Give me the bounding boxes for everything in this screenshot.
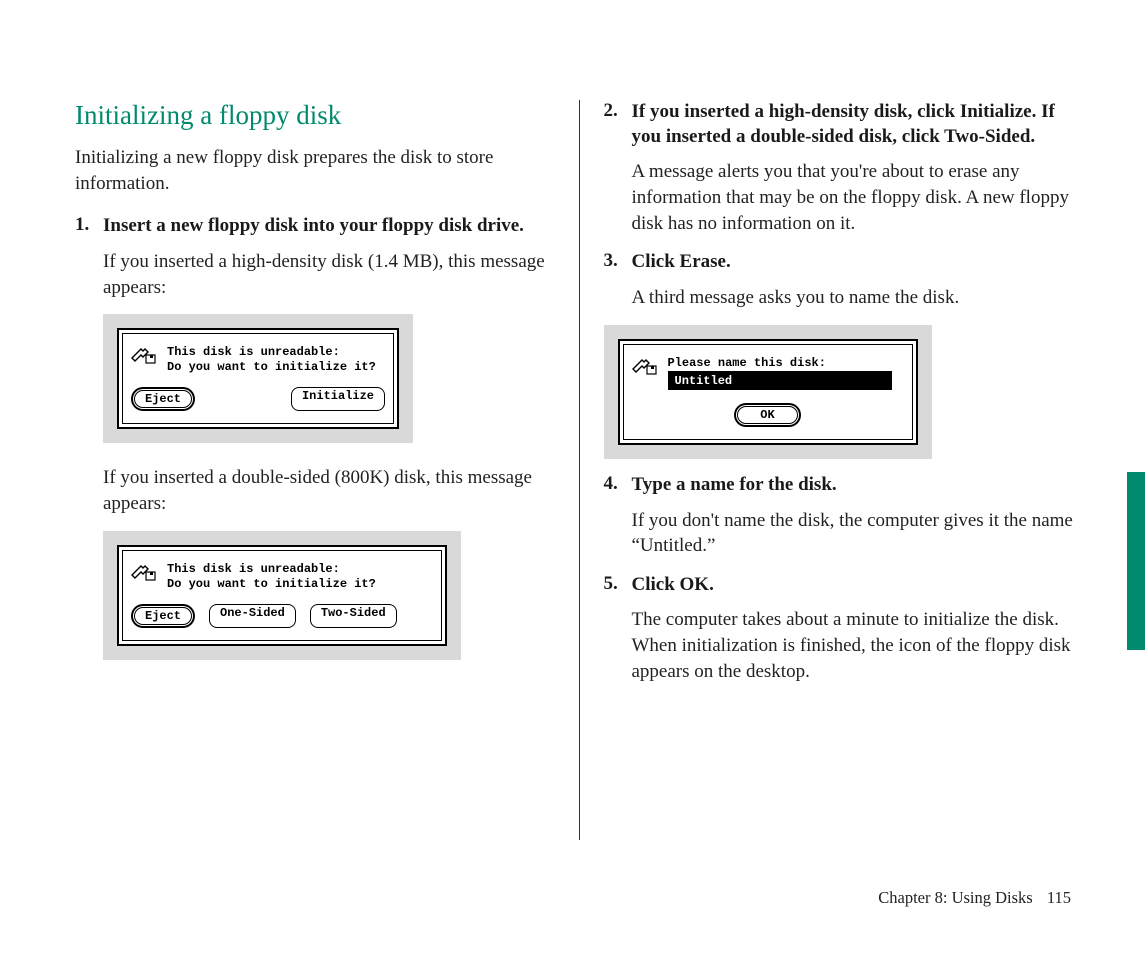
step-1-body-1: If you inserted a high-density disk (1.4… xyxy=(103,249,547,300)
chapter-label: Chapter 8: Using Disks xyxy=(878,888,1032,907)
dialog1-line2: Do you want to initialize it? xyxy=(167,360,376,374)
step-1: Insert a new floppy disk into your flopp… xyxy=(75,214,547,660)
hand-disk-icon xyxy=(632,355,658,375)
section-tab xyxy=(1127,472,1145,650)
intro-paragraph: Initializing a new floppy disk prepares … xyxy=(75,145,547,196)
column-divider xyxy=(579,100,580,840)
dialog2-line2: Do you want to initialize it? xyxy=(167,577,376,591)
dialog-name-disk: Please name this disk: Untitled OK xyxy=(604,325,932,459)
dialog2-line1: This disk is unreadable: xyxy=(167,562,376,576)
step-3-head: Click Erase. xyxy=(632,250,1076,275)
disk-name-input[interactable]: Untitled xyxy=(668,371,892,390)
dialog1-line1: This disk is unreadable: xyxy=(167,345,376,359)
step-4: Type a name for the disk. If you don't n… xyxy=(604,473,1076,559)
dialog-unreadable-hd: This disk is unreadable: Do you want to … xyxy=(103,314,413,443)
page-number: 115 xyxy=(1047,888,1071,907)
dialog3-prompt: Please name this disk: xyxy=(668,356,904,370)
page-footer: Chapter 8: Using Disks 115 xyxy=(878,888,1071,908)
step-5-body: The computer takes about a minute to ini… xyxy=(632,607,1076,684)
step-4-body: If you don't name the disk, the computer… xyxy=(632,508,1076,559)
right-column: If you inserted a high-density disk, cli… xyxy=(594,100,1076,840)
step-1-head: Insert a new floppy disk into your flopp… xyxy=(103,214,547,239)
ok-button[interactable]: OK xyxy=(737,406,797,424)
one-sided-button[interactable]: One-Sided xyxy=(209,604,296,628)
step-5: Click OK. The computer takes about a min… xyxy=(604,573,1076,685)
left-column: Initializing a floppy disk Initializing … xyxy=(75,100,575,840)
step-2-head: If you inserted a high-density disk, cli… xyxy=(632,100,1076,149)
initialize-button[interactable]: Initialize xyxy=(291,387,385,411)
eject-button[interactable]: Eject xyxy=(134,607,192,625)
hand-disk-icon xyxy=(131,561,157,581)
step-5-head: Click OK. xyxy=(632,573,1076,598)
step-2-body: A message alerts you that you're about t… xyxy=(632,159,1076,236)
dialog-unreadable-ds: This disk is unreadable: Do you want to … xyxy=(103,531,461,660)
step-2: If you inserted a high-density disk, cli… xyxy=(604,100,1076,236)
eject-button[interactable]: Eject xyxy=(134,390,192,408)
section-heading: Initializing a floppy disk xyxy=(75,100,547,131)
step-3: Click Erase. A third message asks you to… xyxy=(604,250,1076,459)
step-4-head: Type a name for the disk. xyxy=(632,473,1076,498)
two-sided-button[interactable]: Two-Sided xyxy=(310,604,397,628)
step-1-body-2: If you inserted a double-sided (800K) di… xyxy=(103,465,547,516)
hand-disk-icon xyxy=(131,344,157,364)
step-3-body: A third message asks you to name the dis… xyxy=(632,285,1076,311)
